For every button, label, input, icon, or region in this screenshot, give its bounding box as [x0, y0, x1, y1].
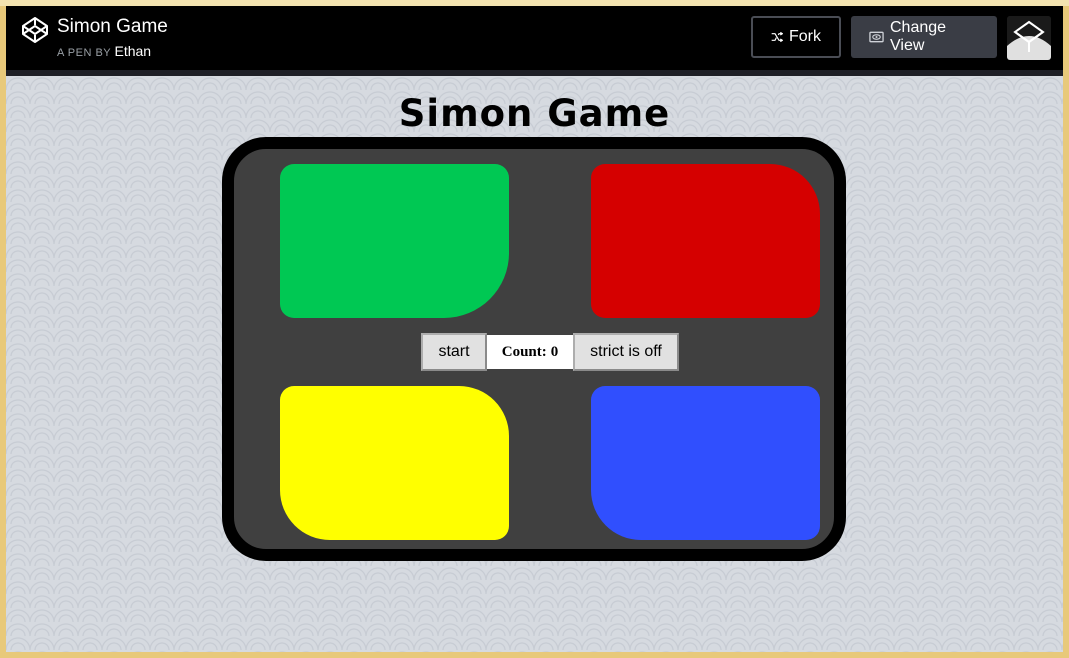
game-controls: start Count: 0 strict is off	[421, 333, 679, 371]
change-view-label: Change View	[890, 19, 947, 54]
strict-toggle-button[interactable]: strict is off	[573, 333, 679, 371]
pen-byline: A PEN BY Ethan	[57, 43, 151, 59]
eye-icon	[869, 31, 884, 43]
count-value: 0	[550, 343, 559, 360]
pen-title: Simon Game	[57, 16, 168, 37]
simon-board: start Count: 0 strict is off	[222, 137, 846, 561]
red-pad[interactable]	[591, 164, 820, 318]
browser-window: Simon Game A PEN BY Ethan Fork Change Vi…	[6, 6, 1063, 652]
start-button[interactable]: start	[421, 333, 487, 371]
yellow-pad[interactable]	[280, 386, 509, 540]
game-title: Simon Game	[398, 92, 671, 135]
fork-button[interactable]: Fork	[751, 16, 841, 58]
codepen-logo-icon[interactable]	[21, 16, 49, 44]
count-display: Count: 0	[487, 335, 573, 369]
pen-by-prefix: A PEN BY	[57, 47, 111, 59]
green-pad[interactable]	[280, 164, 509, 318]
fork-icon	[771, 31, 783, 43]
fork-button-label: Fork	[789, 28, 821, 45]
pen-author-link[interactable]: Ethan	[115, 43, 152, 59]
codepen-header: Simon Game A PEN BY Ethan Fork Change Vi…	[6, 6, 1063, 76]
pen-preview: Simon Game start Count: 0 strict is off	[6, 76, 1063, 652]
user-avatar[interactable]	[1007, 16, 1051, 60]
count-label: Count:	[501, 343, 547, 360]
change-view-button[interactable]: Change View	[851, 16, 997, 58]
blue-pad[interactable]	[591, 386, 820, 540]
